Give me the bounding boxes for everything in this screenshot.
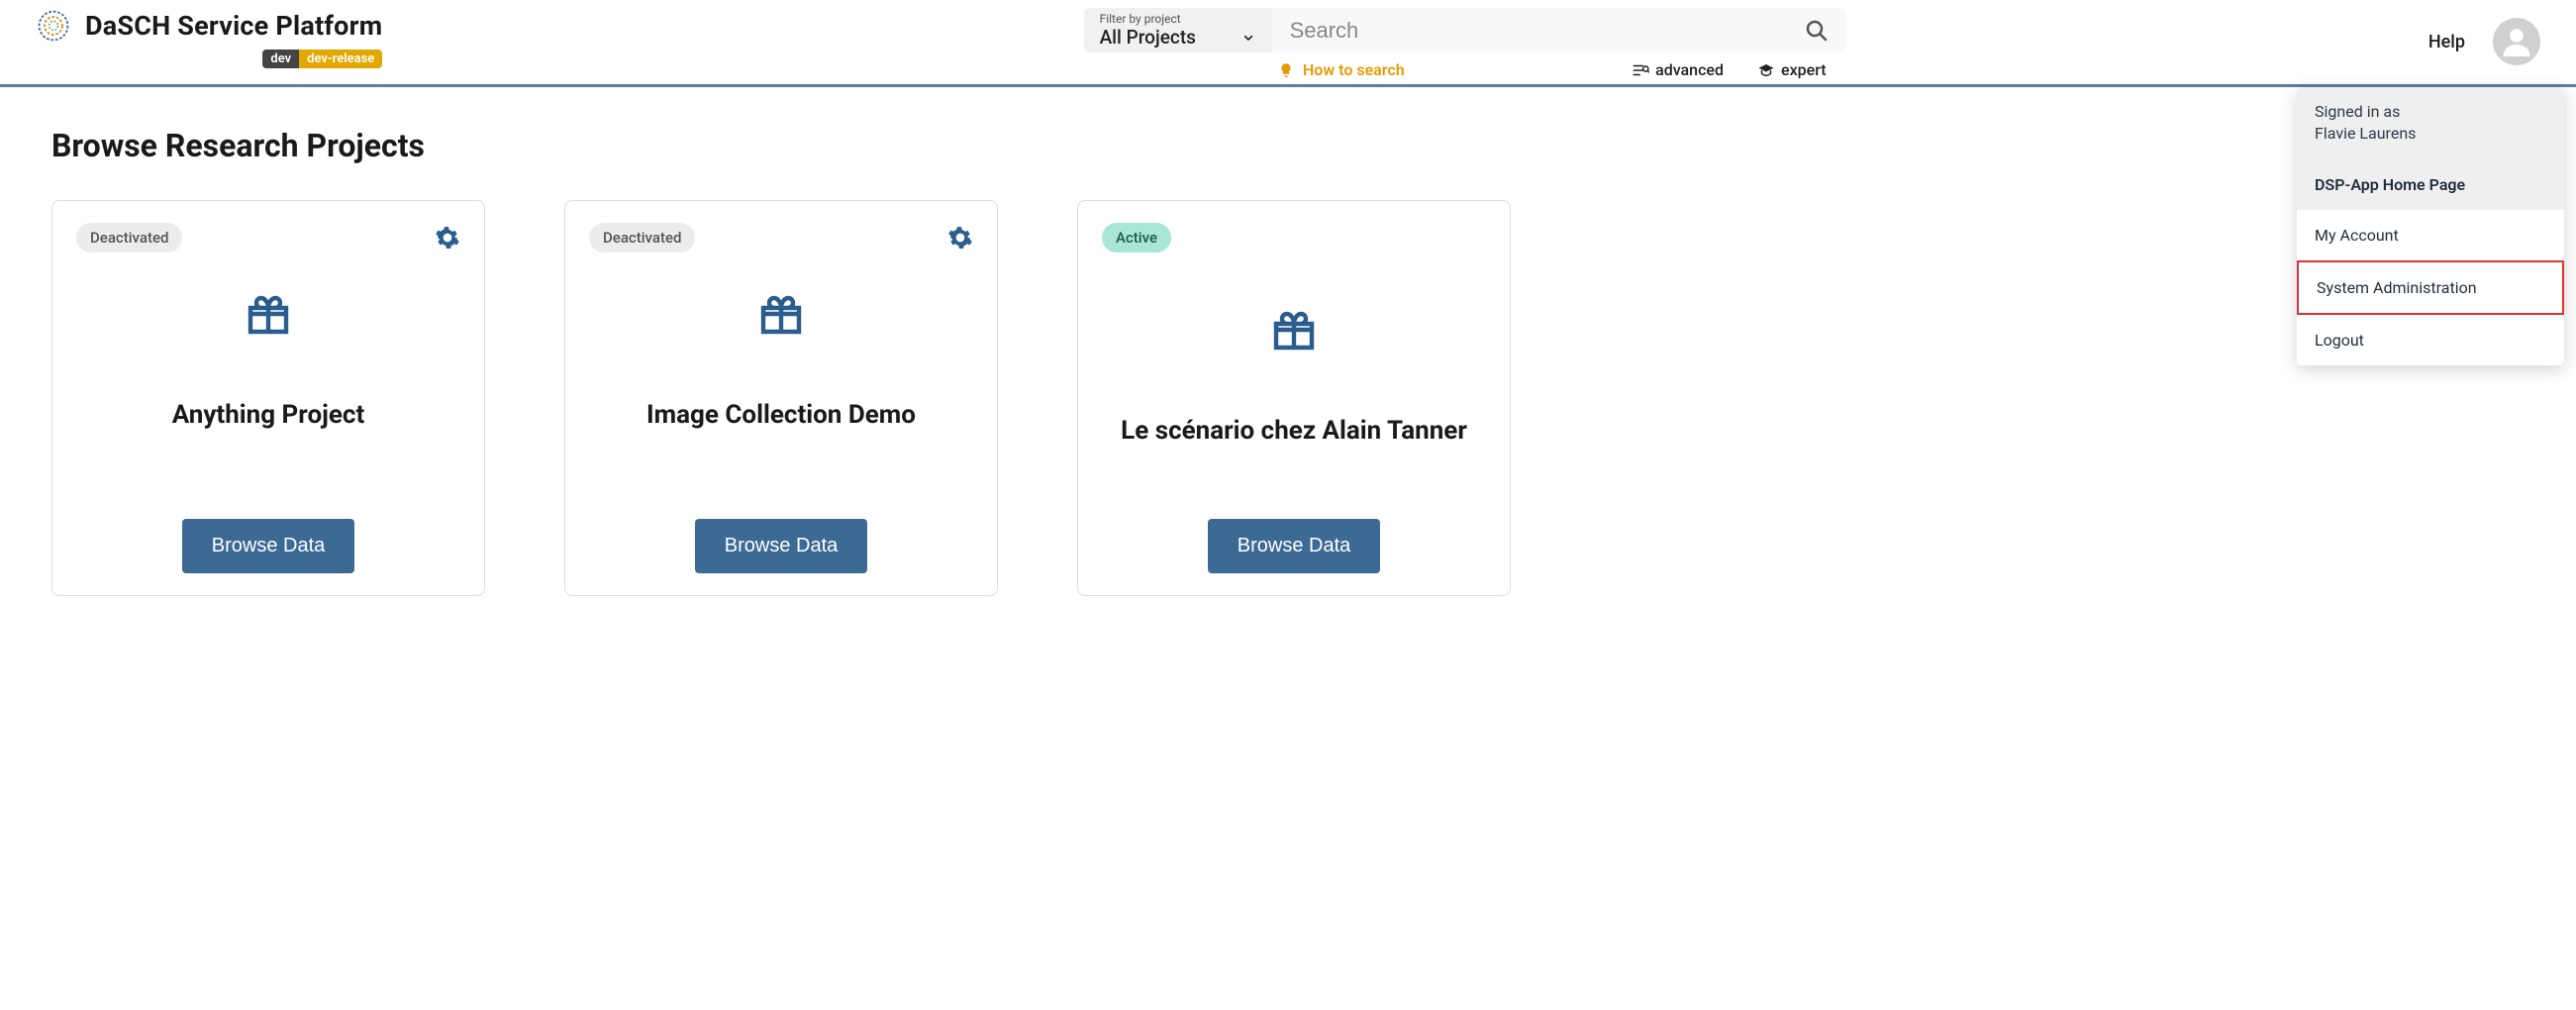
search-icon[interactable] [1805,19,1829,43]
how-to-search-hint: How to search [1084,60,1599,79]
user-menu-dropdown: Signed in as Flavie Laurens DSP-App Home… [2297,87,2564,365]
browse-data-button[interactable]: Browse Data [182,519,355,573]
project-card: Deactivated Image Collection Demo Browse… [564,200,998,596]
gear-icon[interactable] [435,225,460,251]
project-cards: Deactivated Anything Project Browse Data… [51,200,2525,596]
expert-label: expert [1781,60,1827,79]
project-title: Image Collection Demo [646,399,916,433]
lightbulb-icon [1277,61,1295,79]
expert-search-link[interactable]: expert [1757,60,1827,79]
chevron-down-icon [1240,30,1256,46]
user-avatar-button[interactable] [2493,18,2540,65]
filter-label: Filter by project [1100,12,1256,26]
search-row: Filter by project All Projects [1084,8,1846,52]
search-hint-row: How to search advanced expert [1084,60,1846,79]
card-header: Deactivated [589,223,973,252]
filter-value-row: All Projects [1100,26,1256,49]
how-to-search-link[interactable]: How to search [1303,60,1405,79]
advanced-search-link[interactable]: advanced [1632,60,1724,79]
avatar-icon [2499,24,2534,59]
project-title: Le scénario chez Alain Tanner [1121,415,1467,449]
status-badge: Deactivated [589,223,695,252]
project-title: Anything Project [172,399,365,433]
card-header: Deactivated [76,223,460,252]
app-logo-icon [36,8,71,44]
page-title: Browse Research Projects [51,127,2525,164]
search-input[interactable] [1290,18,1805,44]
page-main: Browse Research Projects Deactivated Any… [0,87,2576,636]
menu-item-home[interactable]: DSP-App Home Page [2297,159,2564,210]
logo-block: DaSCH Service Platform dev dev-release [36,8,382,68]
menu-item-account[interactable]: My Account [2297,210,2564,260]
platform-title: DaSCH Service Platform [85,10,382,42]
search-box [1272,8,1846,52]
browse-data-button[interactable]: Browse Data [695,519,868,573]
menu-item-logout[interactable]: Logout [2297,315,2564,365]
version-badges: dev dev-release [262,50,382,68]
user-name: Flavie Laurens [2315,123,2546,145]
project-filter-dropdown[interactable]: Filter by project All Projects [1084,8,1272,52]
filter-value: All Projects [1100,26,1196,49]
project-card: Deactivated Anything Project Browse Data [51,200,485,596]
logo-row[interactable]: DaSCH Service Platform [36,8,382,44]
gift-icon [245,292,292,340]
advanced-label: advanced [1655,60,1724,79]
user-menu-header: Signed in as Flavie Laurens [2297,87,2564,159]
badge-release: dev-release [299,50,382,68]
status-badge: Active [1102,223,1171,252]
card-header: Active [1102,223,1486,252]
search-center: Filter by project All Projects How to se… [501,8,2428,79]
browse-data-button[interactable]: Browse Data [1208,519,1381,573]
expert-icon [1757,61,1775,79]
gift-icon [757,292,805,340]
header-right: Help [2428,8,2540,65]
gift-icon [1270,308,1318,355]
advanced-search-icon [1632,61,1649,79]
project-card: Active Le scénario chez Alain Tanner Bro… [1077,200,1511,596]
help-link[interactable]: Help [2428,32,2465,52]
badge-dev: dev [262,50,299,68]
gear-icon[interactable] [947,225,973,251]
menu-item-sysadmin[interactable]: System Administration [2297,260,2564,315]
app-header: DaSCH Service Platform dev dev-release F… [0,0,2576,87]
status-badge: Deactivated [76,223,182,252]
signed-in-label: Signed in as [2315,101,2546,123]
